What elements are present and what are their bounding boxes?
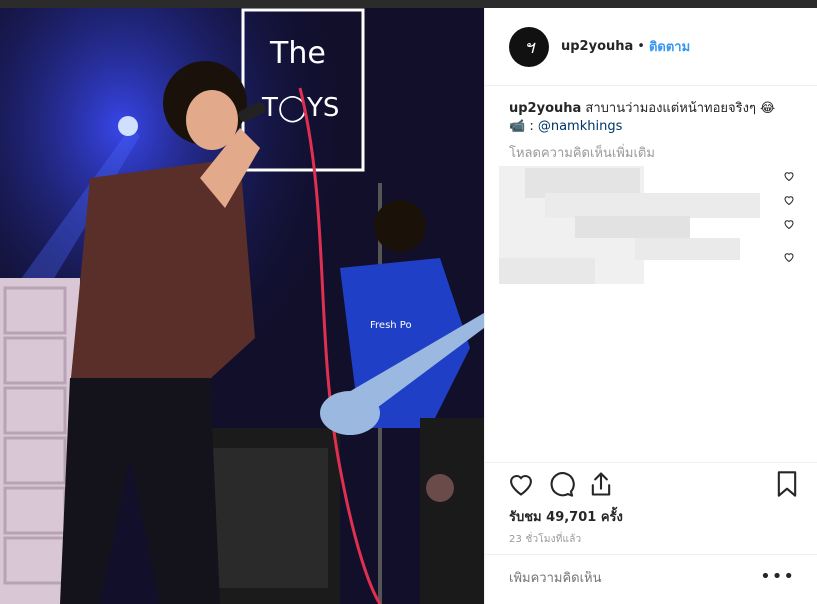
- post-side-panel: ฯ up2youha • ติดตาม up2youha สาบานว่ามอง…: [484, 8, 817, 604]
- heart-icon[interactable]: [507, 470, 535, 498]
- header-username[interactable]: up2youha: [561, 39, 633, 54]
- comment-divider: [485, 554, 817, 555]
- comment-like-heart-icon[interactable]: [783, 251, 795, 263]
- action-bar: [505, 470, 800, 502]
- sign-text-2: T◯YS: [261, 93, 339, 123]
- post-video[interactable]: The T◯YS Fresh Po: [0, 8, 484, 604]
- view-count[interactable]: รับชม 49,701 ครั้ง: [509, 506, 623, 527]
- caption-text: สาบานว่ามองแต่หน้าทอยจริงๆ 😂: [581, 101, 776, 116]
- window-top-bar: [0, 0, 817, 8]
- avatar-glyph: ฯ: [523, 37, 535, 58]
- load-more-comments[interactable]: โหลดความคิดเห็นเพิ่มเติม: [509, 142, 655, 163]
- follow-button[interactable]: ติดตาม: [649, 36, 690, 57]
- post-caption: up2youha สาบานว่ามองแต่หน้าทอยจริงๆ 😂 📹 …: [509, 100, 799, 136]
- sign-text-1: The: [269, 36, 326, 71]
- bookmark-icon[interactable]: [773, 470, 801, 498]
- post-timestamp[interactable]: 23 ชั่วโมงที่แล้ว: [509, 532, 581, 547]
- video-frame: The T◯YS Fresh Po: [0, 8, 484, 604]
- actions-divider: [485, 462, 817, 463]
- comment-like-heart-icon[interactable]: [783, 218, 795, 230]
- comment-icon[interactable]: [547, 470, 575, 498]
- comment-like-heart-icon[interactable]: [783, 194, 795, 206]
- separator-dot: •: [637, 39, 645, 54]
- amp-brand-text: Fresh Po: [370, 320, 412, 331]
- more-options-icon[interactable]: •••: [760, 568, 795, 586]
- caption-username[interactable]: up2youha: [509, 101, 581, 116]
- credit-prefix: 📹 :: [509, 119, 538, 134]
- comment-like-heart-icon[interactable]: [783, 170, 795, 182]
- post-header: ฯ up2youha • ติดตาม: [485, 8, 817, 86]
- comment-input[interactable]: [509, 571, 749, 586]
- avatar[interactable]: ฯ: [509, 26, 549, 67]
- mention-link[interactable]: @namkhings: [538, 119, 623, 134]
- share-icon[interactable]: [587, 470, 615, 498]
